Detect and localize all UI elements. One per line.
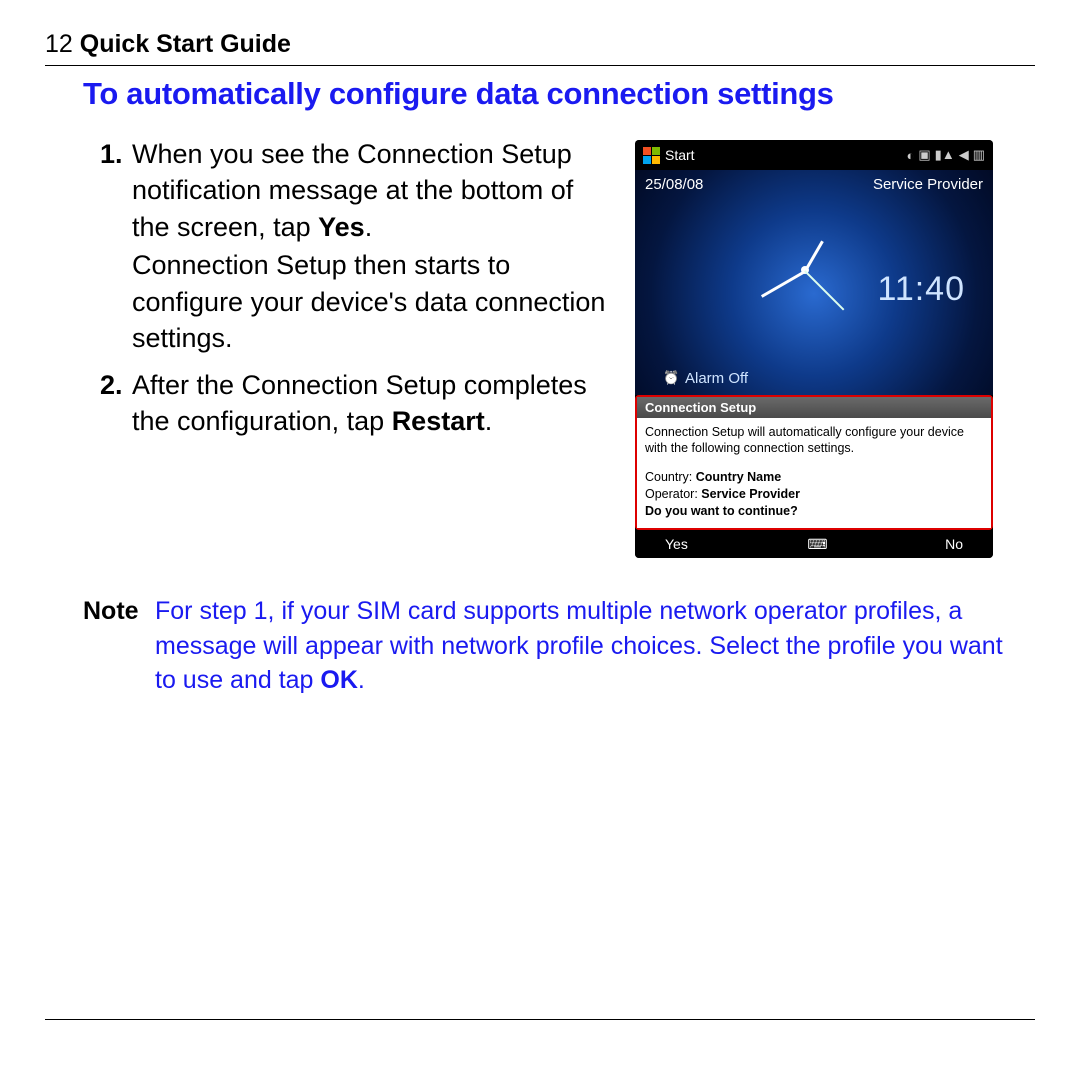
page-number: 12 — [45, 30, 73, 58]
connection-setup-notification: Connection Setup Connection Setup will a… — [635, 395, 993, 530]
step-1: 1. When you see the Connection Setup not… — [100, 136, 617, 359]
windows-logo-icon — [643, 147, 660, 164]
footer-rule — [45, 1019, 1035, 1020]
sim-icon: ▣ — [918, 147, 930, 163]
guide-title: Quick Start Guide — [80, 30, 291, 58]
phone-home: 25/08/08 Service Provider 11:40 Alarm Of… — [635, 170, 993, 395]
step-number: 1. — [100, 136, 132, 359]
phone-time: 11:40 — [877, 270, 965, 309]
notification-title: Connection Setup — [637, 397, 991, 418]
globe-icon: ◐ — [907, 148, 915, 163]
analog-clock-icon — [745, 210, 865, 330]
volume-icon: ◀ — [959, 147, 969, 163]
start-label: Start — [665, 147, 695, 163]
prompt-row: Do you want to continue? — [645, 503, 983, 519]
phone-softkeys: Yes ⌨ No — [635, 530, 993, 558]
note-label: Note — [83, 594, 155, 698]
signal-icon: ▮▲ — [935, 147, 955, 163]
note-text: For step 1, if your SIM card supports mu… — [155, 594, 1015, 698]
softkey-no[interactable]: No — [945, 536, 963, 552]
keyboard-icon[interactable]: ⌨ — [807, 536, 825, 553]
phone-statusbar: Start ◐ ▣ ▮▲ ◀ ▥ — [635, 140, 993, 170]
note-block: Note For step 1, if your SIM card suppor… — [45, 594, 1035, 698]
phone-date: 25/08/08 — [645, 176, 703, 193]
operator-row: Operator: Service Provider — [645, 486, 983, 502]
step-text: After the Connection Setup completes the… — [132, 367, 617, 440]
battery-icon: ▥ — [973, 147, 985, 163]
step-text: When you see the Connection Setup notifi… — [132, 136, 617, 245]
step-2: 2. After the Connection Setup completes … — [100, 367, 617, 442]
phone-service: Service Provider — [873, 176, 983, 193]
step-text: Connection Setup then starts to configur… — [132, 247, 617, 356]
country-row: Country: Country Name — [645, 469, 983, 485]
section-heading: To automatically configure data connecti… — [83, 76, 1035, 112]
phone-alarm: Alarm Off — [685, 370, 748, 387]
step-number: 2. — [100, 367, 132, 442]
phone-screenshot: Start ◐ ▣ ▮▲ ◀ ▥ 25/08/08 Service Provid… — [635, 140, 993, 558]
page-header: 12 Quick Start Guide — [45, 30, 1035, 66]
notification-body: Connection Setup will automatically conf… — [637, 418, 991, 528]
steps-column: 1. When you see the Connection Setup not… — [45, 136, 635, 558]
notification-message: Connection Setup will automatically conf… — [645, 424, 983, 457]
softkey-yes[interactable]: Yes — [665, 536, 688, 552]
